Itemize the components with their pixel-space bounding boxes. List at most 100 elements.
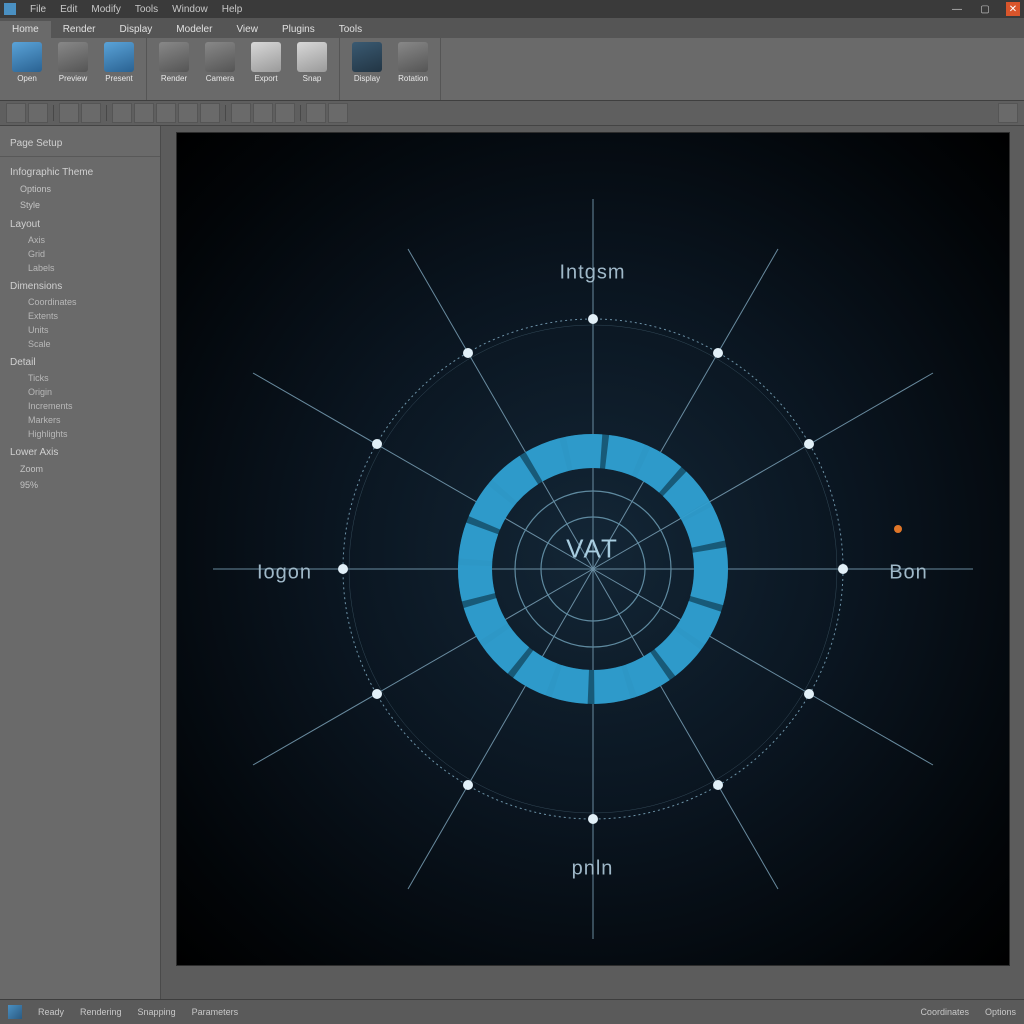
ribbon-open[interactable]: Open xyxy=(4,40,50,98)
axis-label-bottom: pnln xyxy=(572,858,614,881)
status-coordinates: Coordinates xyxy=(920,1007,969,1017)
sidebar-section-dimensions[interactable]: Dimensions xyxy=(0,275,160,295)
canvas-area: VAT Intgsm Bon pnln Iogon xyxy=(161,126,1024,1002)
render-icon xyxy=(159,42,189,72)
close-button[interactable]: ✕ xyxy=(1006,2,1020,16)
sidebar-section-lower-axis[interactable]: Lower Axis xyxy=(0,441,160,461)
export-icon xyxy=(251,42,281,72)
tool-snap-icon[interactable] xyxy=(200,103,220,123)
ribbon-present[interactable]: Present xyxy=(96,40,142,98)
ribbon-label: Export xyxy=(254,75,277,83)
tool-hand-icon[interactable] xyxy=(28,103,48,123)
tab-display[interactable]: Display xyxy=(108,21,165,38)
app-icon xyxy=(4,3,16,15)
sidebar-item-labels[interactable]: Labels xyxy=(0,261,160,275)
ribbon-export[interactable]: Export xyxy=(243,40,289,98)
tool-zoom-out-icon[interactable] xyxy=(328,103,348,123)
axis-label-left: Iogon xyxy=(257,562,312,585)
sidebar-section-layout[interactable]: Layout xyxy=(0,213,160,233)
menu-tools[interactable]: Tools xyxy=(135,4,158,15)
tool-grid-icon[interactable] xyxy=(178,103,198,123)
menu-modify[interactable]: Modify xyxy=(91,4,120,15)
tool-align-icon[interactable] xyxy=(156,103,176,123)
ribbon-label: Render xyxy=(161,75,187,83)
ribbon-label: Open xyxy=(17,75,37,83)
sidebar-section-detail[interactable]: Detail xyxy=(0,351,160,371)
diagram-canvas[interactable]: VAT Intgsm Bon pnln Iogon xyxy=(176,132,1010,966)
folder-icon xyxy=(12,42,42,72)
sidebar: Page Setup Infographic Theme Options Sty… xyxy=(0,126,161,1002)
sidebar-item-coordinates[interactable]: Coordinates xyxy=(0,295,160,309)
sidebar-item-extents[interactable]: Extents xyxy=(0,309,160,323)
sidebar-item-grid[interactable]: Grid xyxy=(0,247,160,261)
sidebar-title: Page Setup xyxy=(0,132,160,152)
menu-file[interactable]: File xyxy=(30,4,46,15)
sidebar-item-zoom-value[interactable]: 95% xyxy=(0,477,160,493)
ribbon-tabs: Home Render Display Modeler View Plugins… xyxy=(0,18,1024,38)
present-icon xyxy=(104,42,134,72)
ribbon-label: Snap xyxy=(303,75,322,83)
ribbon-rotation[interactable]: Rotation xyxy=(390,40,436,98)
tool-settings-icon[interactable] xyxy=(998,103,1018,123)
ribbon-group-file: Open Preview Present xyxy=(0,38,147,100)
sidebar-item-axis[interactable]: Axis xyxy=(0,233,160,247)
tab-tools[interactable]: Tools xyxy=(327,21,374,38)
tool-redo-icon[interactable] xyxy=(81,103,101,123)
display-icon xyxy=(352,42,382,72)
maximize-button[interactable]: ▢ xyxy=(978,2,992,16)
minimize-button[interactable]: — xyxy=(950,2,964,16)
status-bar: Ready Rendering Snapping Parameters Coor… xyxy=(0,999,1024,1024)
sidebar-item-units[interactable]: Units xyxy=(0,323,160,337)
ribbon-group-display: Display Rotation xyxy=(340,38,441,100)
tab-view[interactable]: View xyxy=(224,21,270,38)
tool-group-icon[interactable] xyxy=(253,103,273,123)
axis-label-top: Intgsm xyxy=(559,262,625,285)
sidebar-item-highlights[interactable]: Highlights xyxy=(0,427,160,441)
sidebar-item-ticks[interactable]: Ticks xyxy=(0,371,160,385)
sidebar-item-scale[interactable]: Scale xyxy=(0,337,160,351)
sidebar-item-options[interactable]: Options xyxy=(0,181,160,197)
status-options[interactable]: Options xyxy=(985,1007,1016,1017)
ribbon-label: Preview xyxy=(59,75,87,83)
ribbon-camera[interactable]: Camera xyxy=(197,40,243,98)
diagram-center-label: VAT xyxy=(566,534,619,565)
tool-bold-icon[interactable] xyxy=(134,103,154,123)
menu-window[interactable]: Window xyxy=(172,4,208,15)
tool-pointer-icon[interactable] xyxy=(6,103,26,123)
tab-plugins[interactable]: Plugins xyxy=(270,21,327,38)
sidebar-item-zoom[interactable]: Zoom xyxy=(0,461,160,477)
menu-edit[interactable]: Edit xyxy=(60,4,77,15)
ribbon-group-render: Render Camera Export Snap xyxy=(147,38,340,100)
ribbon-label: Camera xyxy=(206,75,234,83)
menubar: File Edit Modify Tools Window Help — ▢ ✕ xyxy=(0,0,1024,18)
tool-text-icon[interactable] xyxy=(112,103,132,123)
tab-modeler[interactable]: Modeler xyxy=(164,21,224,38)
highlight-marker-icon xyxy=(894,525,902,533)
status-parameters: Parameters xyxy=(192,1007,239,1017)
status-ready: Ready xyxy=(38,1007,64,1017)
sidebar-item-markers[interactable]: Markers xyxy=(0,413,160,427)
tab-render[interactable]: Render xyxy=(51,21,108,38)
sidebar-item-increments[interactable]: Increments xyxy=(0,399,160,413)
ribbon-preview[interactable]: Preview xyxy=(50,40,96,98)
tool-layer-icon[interactable] xyxy=(231,103,251,123)
tab-home[interactable]: Home xyxy=(0,21,51,38)
tool-lock-icon[interactable] xyxy=(275,103,295,123)
ribbon-label: Rotation xyxy=(398,75,428,83)
ribbon-display[interactable]: Display xyxy=(344,40,390,98)
rotation-icon xyxy=(398,42,428,72)
sidebar-section-theme[interactable]: Infographic Theme xyxy=(0,161,160,181)
tool-zoom-in-icon[interactable] xyxy=(306,103,326,123)
os-icon[interactable] xyxy=(8,1005,22,1019)
sidebar-item-origin[interactable]: Origin xyxy=(0,385,160,399)
ribbon-render[interactable]: Render xyxy=(151,40,197,98)
ribbon-snap[interactable]: Snap xyxy=(289,40,335,98)
ribbon: Open Preview Present Render Camera Expor… xyxy=(0,38,1024,101)
ribbon-label: Display xyxy=(354,75,380,83)
tool-undo-icon[interactable] xyxy=(59,103,79,123)
toolbar-secondary xyxy=(0,101,1024,126)
snap-icon xyxy=(297,42,327,72)
axis-label-right: Bon xyxy=(889,562,928,585)
sidebar-item-style[interactable]: Style xyxy=(0,197,160,213)
menu-help[interactable]: Help xyxy=(222,4,243,15)
